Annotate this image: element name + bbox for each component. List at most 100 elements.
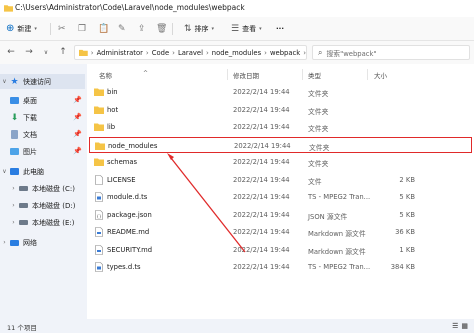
address-bar[interactable]: › Administrator › Code › Laravel › node_…	[74, 45, 307, 60]
table-row[interactable]: README.md 2022/2/14 19:44 Markdown 源文件 36 K…	[89, 224, 472, 240]
delete-button[interactable]: 🗑	[156, 21, 167, 37]
breadcrumb-item[interactable]: node_modules	[212, 49, 261, 57]
folder-icon	[95, 142, 105, 150]
file-date: 2022/2/14 19:44	[233, 88, 290, 96]
sort-icon: ⇅	[184, 24, 192, 34]
file-size: 2 KB	[399, 175, 415, 184]
network-icon	[9, 238, 20, 248]
sidebar-item-drive-c[interactable]: › 本地磁盘 (C:)	[9, 181, 85, 196]
sidebar-item-drive-d[interactable]: › 本地磁盘 (D:)	[9, 198, 85, 213]
sidebar-item-this-pc[interactable]: ∨ 此电脑	[0, 164, 85, 179]
file-type: 文件夹	[308, 90, 329, 98]
breadcrumb-item[interactable]: Laravel	[178, 49, 203, 57]
search-input[interactable]: ⌕ 搜索"webpack"	[312, 45, 470, 60]
file-type: 文件	[308, 177, 322, 186]
paste-button[interactable]: 📋	[98, 21, 109, 37]
new-button[interactable]: ⊕ 新建 ▾	[6, 21, 37, 37]
sidebar-item-pictures[interactable]: 图片 📌	[9, 144, 85, 159]
column-divider	[367, 69, 368, 80]
chevron-right-icon: ›	[303, 48, 306, 57]
chevron-down-icon: ▾	[211, 26, 215, 32]
file-size: 5 KB	[399, 193, 415, 201]
breadcrumb-item[interactable]: webpack	[270, 49, 300, 57]
file-type: TS - MPEG2 Tran...	[308, 193, 371, 201]
table-row[interactable]: SECURITY.md 2022/2/14 19:44 Markdown 源文件 1 …	[89, 242, 472, 258]
folder-icon	[94, 106, 104, 114]
rename-button[interactable]: ✎	[118, 21, 126, 37]
file-date: 2022/2/14 19:44	[233, 228, 290, 236]
cut-button[interactable]: ✂	[58, 21, 66, 37]
sidebar-item-network[interactable]: › 网络	[0, 235, 85, 250]
sidebar-item-label: 文档	[23, 130, 37, 139]
breadcrumb-item[interactable]: Code	[152, 49, 169, 57]
table-row[interactable]: bin 2022/2/14 19:44 文件夹	[89, 84, 472, 100]
file-size: 384 KB	[390, 263, 415, 271]
paste-icon: 📋	[98, 24, 110, 34]
search-icon: ⌕	[318, 47, 323, 57]
view-label: 查看	[242, 25, 257, 33]
sort-label: 排序	[194, 25, 209, 33]
file-size: 5 KB	[399, 210, 415, 219]
pin-icon: 📌	[73, 130, 82, 138]
share-button[interactable]: ⇪	[138, 21, 146, 37]
forward-button[interactable]: →	[23, 46, 35, 58]
table-row[interactable]: LICENSE 2022/2/14 19:44 文件 2 KB	[89, 172, 472, 188]
file-date: 2022/2/14 19:44	[233, 210, 290, 219]
table-row[interactable]: hot 2022/2/14 19:44 文件夹	[89, 102, 472, 118]
folder-icon	[94, 158, 104, 166]
drive-icon	[18, 184, 29, 194]
recent-locations-button[interactable]: ∨	[40, 46, 52, 58]
new-label: 新建	[17, 25, 32, 33]
sidebar-item-label: 本地磁盘 (E:)	[32, 218, 75, 227]
more-button[interactable]: ···	[276, 21, 284, 37]
file-date: 2022/2/14 19:44	[233, 263, 290, 271]
table-row[interactable]: node_modules 2022/2/14 19:44 文件夹	[89, 136, 472, 153]
chevron-right-icon: ›	[90, 48, 94, 57]
chevron-right-icon: ›	[12, 185, 15, 192]
sort-button[interactable]: ⇅ 排序 ▾	[184, 21, 214, 37]
sidebar-item-downloads[interactable]: ⬇ 下载 📌	[9, 110, 85, 125]
table-row[interactable]: module.d.ts 2022/2/14 19:44 TS - MPEG2 Tra…	[89, 189, 472, 205]
file-type: JSON 源文件	[308, 212, 348, 221]
column-date[interactable]: 修改日期	[233, 70, 259, 80]
file-name: hot	[107, 105, 119, 114]
markdown-file-icon	[95, 244, 103, 255]
file-type: 文件夹	[308, 160, 329, 168]
pc-icon	[9, 167, 20, 177]
file-name: module.d.ts	[107, 193, 148, 201]
table-row[interactable]: {} package.json 2022/2/14 19:44 JSON 源文件 5 K…	[89, 207, 472, 223]
breadcrumb-item[interactable]: Administrator	[97, 49, 143, 57]
table-row[interactable]: types.d.ts 2022/2/14 19:44 TS - MPEG2 Tran…	[89, 259, 472, 275]
video-file-icon	[95, 262, 103, 272]
back-button[interactable]: ←	[5, 46, 17, 58]
details-view-icon[interactable]: ☰	[452, 322, 458, 330]
view-icon: ☰	[231, 24, 240, 34]
file-date: 2022/2/14 19:44	[233, 175, 290, 184]
tiles-view-icon[interactable]: ▦	[461, 322, 468, 330]
sidebar-item-quick-access[interactable]: ∨ ★ 快速访问	[0, 74, 85, 89]
column-name[interactable]: 名称	[99, 70, 112, 80]
item-count: 11 个项目	[7, 324, 37, 332]
view-button[interactable]: ☰ 查看 ▾	[231, 21, 262, 37]
sidebar-item-drive-e[interactable]: › 本地磁盘 (E:)	[9, 215, 85, 230]
sidebar-item-label: 本地磁盘 (C:)	[32, 184, 75, 193]
table-row[interactable]: lib 2022/2/14 19:44 文件夹	[89, 119, 472, 135]
file-name: README.md	[107, 228, 150, 236]
sidebar-item-desktop[interactable]: 桌面 📌	[9, 93, 85, 108]
column-type[interactable]: 类型	[308, 70, 321, 80]
sidebar-item-documents[interactable]: 文档 📌	[9, 127, 85, 142]
file-name: lib	[107, 123, 116, 131]
view-switcher: ☰ ▦	[452, 322, 468, 330]
sidebar-item-label: 快速访问	[23, 77, 51, 86]
download-icon: ⬇	[10, 112, 19, 123]
copy-button[interactable]: ❐	[78, 21, 86, 37]
sidebar-item-label: 图片	[23, 147, 37, 156]
table-row[interactable]: schemas 2022/2/14 19:44 文件夹	[89, 154, 472, 170]
file-date: 2022/2/14 19:44	[233, 193, 290, 201]
sidebar-item-label: 网络	[23, 238, 37, 247]
column-header-row: ^ 名称 修改日期 类型 大小	[87, 68, 474, 81]
chevron-right-icon: ›	[12, 202, 15, 209]
column-size[interactable]: 大小	[374, 70, 387, 80]
picture-icon	[9, 147, 20, 157]
up-button[interactable]: ↑	[57, 46, 69, 58]
